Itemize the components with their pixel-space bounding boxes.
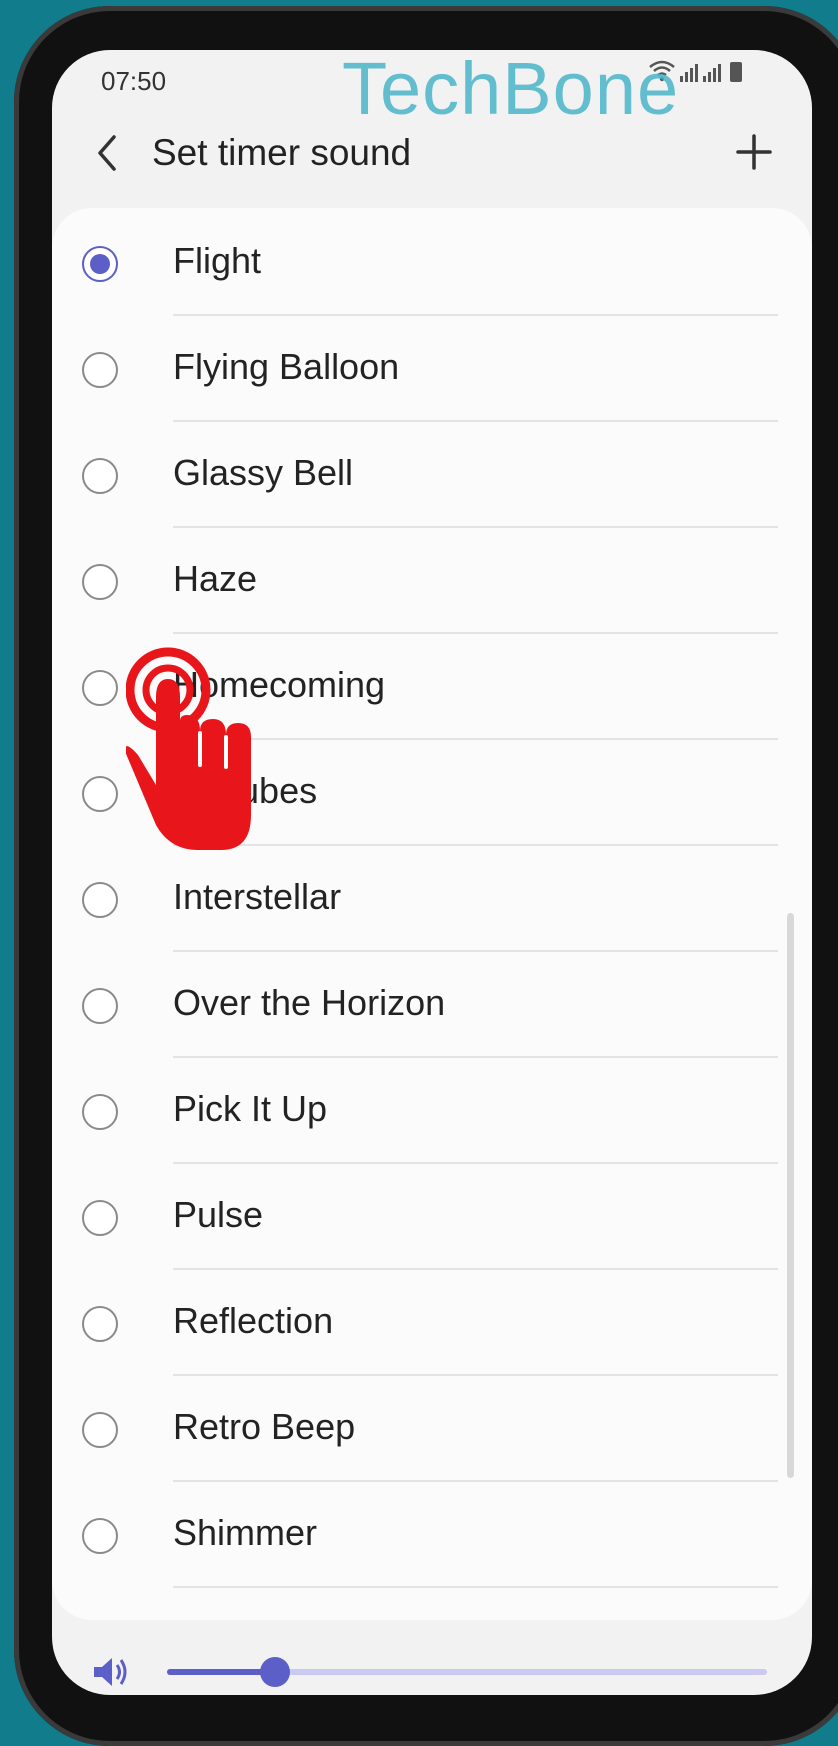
radio-button[interactable] (82, 564, 118, 600)
volume-bar (52, 1630, 812, 1695)
tap-hand-icon (126, 647, 251, 850)
radio-button[interactable] (82, 1412, 118, 1448)
page-title: Set timer sound (152, 132, 412, 173)
volume-slider-fill (167, 1669, 275, 1675)
phone-screen: 07:50 Set timer sound TechBone Flight Fl… (52, 50, 812, 1695)
radio-button[interactable] (82, 1306, 118, 1342)
radio-button[interactable] (82, 1200, 118, 1236)
scrollbar[interactable] (787, 913, 794, 1478)
list-item[interactable]: Over the Horizon (52, 952, 812, 1058)
sound-list: Flight Flying Balloon Glassy Bell Haze H… (52, 208, 812, 1620)
list-item[interactable]: Flying Balloon (52, 316, 812, 422)
list-item[interactable]: Retro Beep (52, 1376, 812, 1482)
sound-label: Flying Balloon (173, 346, 400, 387)
signal-2-icon (703, 64, 721, 82)
signal-1-icon (680, 64, 698, 82)
sound-label: Shimmer (173, 1512, 318, 1553)
radio-button[interactable] (82, 246, 118, 282)
status-icons (649, 60, 742, 82)
volume-slider-thumb[interactable] (260, 1657, 290, 1687)
sound-label: Glassy Bell (173, 452, 354, 493)
volume-slider[interactable] (167, 1657, 767, 1687)
radio-button[interactable] (82, 988, 118, 1024)
radio-button[interactable] (82, 776, 118, 812)
sound-label: Pulse (173, 1194, 264, 1235)
list-item[interactable]: Flight (52, 210, 812, 316)
radio-button[interactable] (82, 352, 118, 388)
add-sound-button[interactable] (726, 124, 782, 180)
plus-icon (736, 134, 772, 170)
back-button[interactable] (82, 128, 132, 178)
sound-label: Interstellar (173, 876, 342, 917)
radio-button[interactable] (82, 1518, 118, 1554)
sound-label: Haze (173, 558, 258, 599)
list-item[interactable]: Glassy Bell (52, 422, 812, 528)
sound-label: Retro Beep (173, 1406, 356, 1447)
list-item[interactable]: Pulse (52, 1164, 812, 1270)
list-item[interactable]: Haze (52, 528, 812, 634)
list-item[interactable]: Reflection (52, 1270, 812, 1376)
sound-label: Over the Horizon (173, 982, 446, 1023)
radio-button[interactable] (82, 1094, 118, 1130)
sound-label: Reflection (173, 1300, 334, 1341)
wifi-icon (649, 60, 675, 82)
app-bar: Set timer sound (52, 110, 812, 200)
list-item[interactable]: Interstellar (52, 846, 812, 952)
status-time: 07:50 (101, 66, 167, 96)
speaker-icon[interactable] (90, 1652, 130, 1692)
radio-button[interactable] (82, 670, 118, 706)
sound-label: Flight (173, 240, 262, 281)
radio-button[interactable] (82, 458, 118, 494)
sound-label: Pick It Up (173, 1088, 328, 1129)
chevron-left-icon (98, 135, 116, 171)
radio-button[interactable] (82, 882, 118, 918)
list-item[interactable]: Pick It Up (52, 1058, 812, 1164)
battery-icon (730, 62, 742, 82)
list-item[interactable]: Shimmer (52, 1482, 812, 1588)
divider (173, 1586, 778, 1588)
